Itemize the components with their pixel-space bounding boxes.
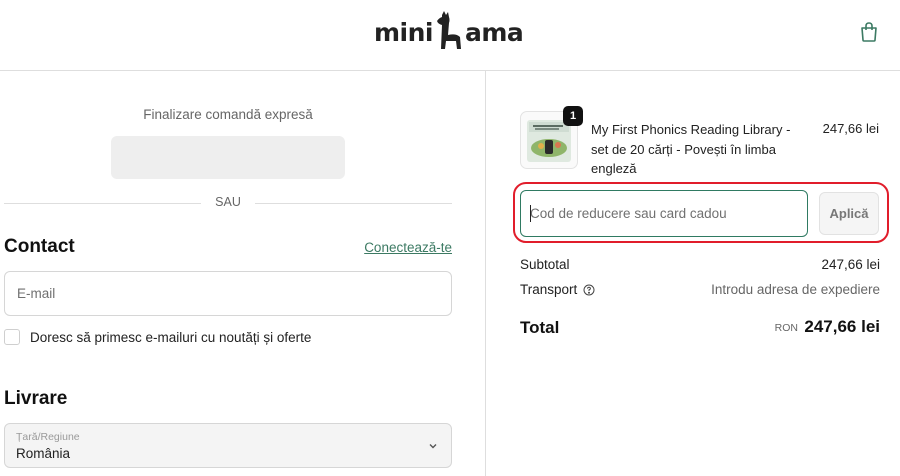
currency-code: RON [774,322,798,334]
newsletter-option[interactable]: Doresc să primesc e-mailuri cu noutăți ș… [4,328,311,346]
question-circle-icon[interactable] [583,284,595,296]
cart-button[interactable] [857,20,881,44]
quantity-badge: 1 [563,106,583,126]
country-select-value: România [16,446,71,461]
brand-logo[interactable]: mini ama [374,10,524,54]
delivery-heading: Livrare [4,388,68,409]
country-select[interactable]: Țară/Regiune România [4,423,452,468]
shipping-value: Introdu adresa de expediere [711,282,880,297]
total-label: Total [520,318,560,337]
shopping-bag-icon [861,22,877,42]
shipping-row: Transport Introdu adresa de expediere [520,282,880,297]
login-link[interactable]: Conectează-te [364,240,452,255]
separator-line-right [255,203,452,204]
discount-code-input[interactable] [520,190,808,237]
brand-text-left: mini [374,18,434,47]
subtotal-value: 247,66 lei [821,257,880,272]
text-caret [530,205,531,222]
llama-logo-icon [437,11,461,49]
chevron-down-icon [429,444,437,449]
subtotal-row: Subtotal 247,66 lei [520,257,880,272]
product-price: 247,66 lei [822,121,879,136]
total-value: 247,66 lei [804,317,880,336]
subtotal-label: Subtotal [520,257,570,272]
brand-text-right: ama [465,18,524,47]
contact-heading: Contact [4,236,75,257]
email-field[interactable] [4,271,452,316]
country-select-label: Țară/Regiune [16,431,80,443]
apply-discount-button[interactable]: Aplică [819,192,879,235]
or-separator: SAU [4,195,452,211]
shipping-label: Transport [520,282,578,297]
newsletter-label: Doresc să primesc e-mailuri cu noutăți ș… [30,329,312,345]
express-pay-button[interactable] [111,136,345,179]
newsletter-checkbox[interactable] [4,329,20,345]
express-checkout-title: Finalizare comandă expresă [143,107,313,122]
product-name: My First Phonics Reading Library - set d… [591,122,791,176]
site-header: mini ama [0,0,900,71]
column-divider [485,71,486,476]
total-row: Total RON 247,66 lei [520,315,880,339]
or-label: SAU [215,195,241,209]
